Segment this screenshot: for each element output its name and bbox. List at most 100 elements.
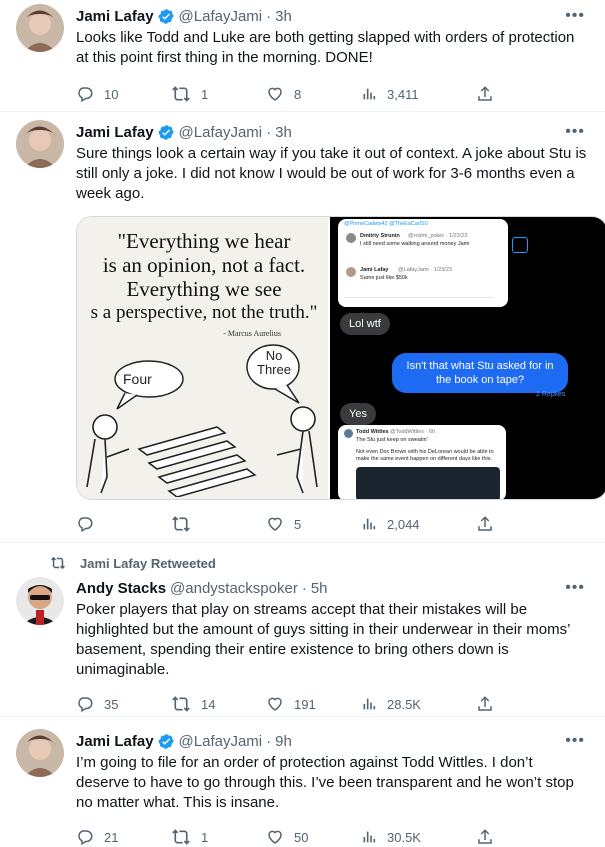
quote-image[interactable]: "Everything we hear is an opinion, not a… <box>77 217 331 499</box>
retweet-count: 1 <box>201 829 209 845</box>
tweet-header: Jami Lafay @LafayJami · 3h ••• <box>76 120 589 144</box>
avatar[interactable] <box>16 4 64 52</box>
retweet-count: 1 <box>201 86 209 102</box>
retweet-button[interactable] <box>171 515 266 533</box>
chat-screenshot-image[interactable]: @PrimeCadets42 @TheEaCarlS0 Dmitriy Stru… <box>330 217 605 499</box>
quote-line-2: is an opinion, not a fact. <box>102 253 306 277</box>
embedded-tweet-card: Todd Wittles @ToddWittles · 6h The Stu j… <box>338 425 507 499</box>
reply-icon <box>76 85 94 103</box>
share-button[interactable] <box>476 695 494 713</box>
author-name[interactable]: Andy Stacks <box>76 580 166 597</box>
embedded-tweet-card: @PrimeCadets42 @TheEaCarlS0 Dmitriy Stru… <box>338 219 509 307</box>
retweeted-by-label[interactable]: Jami Lafay Retweeted <box>80 556 216 571</box>
verified-badge-icon <box>158 124 175 141</box>
tweet[interactable]: Jami Lafay @LafayJami · 9h ••• I’m going… <box>0 717 605 847</box>
tweet[interactable]: Jami Lafay Retweeted Andy Stacks @andyst… <box>0 543 605 717</box>
reply-icon <box>76 515 94 533</box>
share-button[interactable] <box>476 85 494 103</box>
retweet-count: 14 <box>201 696 216 712</box>
tweet[interactable]: Jami Lafay @LafayJami · 3h ••• Sure thin… <box>0 112 605 543</box>
separator-dot: · <box>301 579 307 597</box>
share-icon <box>476 85 494 103</box>
tweet-text: Looks like Todd and Luke are both gettin… <box>76 29 575 66</box>
timestamp[interactable]: 5h <box>311 580 328 597</box>
avatar[interactable] <box>16 577 64 625</box>
views-button[interactable]: 30.5K <box>361 829 476 845</box>
more-options-icon[interactable]: ••• <box>565 579 585 597</box>
view-count: 28.5K <box>387 696 421 712</box>
reply-icon <box>76 695 94 713</box>
separator-dot: · <box>266 123 272 141</box>
reply-button[interactable]: 21 <box>76 828 171 846</box>
timestamp[interactable]: 3h <box>275 8 292 25</box>
tweet[interactable]: Jami Lafay @LafayJami · 3h ••• Looks lik… <box>0 0 605 112</box>
author-name[interactable]: Jami Lafay <box>76 733 154 750</box>
chat-message: Yes <box>340 403 376 425</box>
like-count: 8 <box>294 86 302 102</box>
like-count: 191 <box>294 696 316 712</box>
like-button[interactable]: 191 <box>266 695 361 713</box>
avatar[interactable] <box>16 120 64 168</box>
author-handle[interactable]: @andystackspoker <box>170 580 298 597</box>
share-icon <box>476 828 494 846</box>
reply-button[interactable] <box>76 515 171 533</box>
retweet-button[interactable]: 1 <box>171 828 266 846</box>
heart-icon <box>266 828 284 846</box>
tweet-header: Jami Lafay @LafayJami · 9h ••• <box>76 729 589 753</box>
more-options-icon[interactable]: ••• <box>565 7 585 25</box>
retweet-icon <box>50 556 66 570</box>
views-button[interactable]: 28.5K <box>361 696 476 712</box>
action-bar: 5 2,044 <box>76 506 589 542</box>
timestamp[interactable]: 3h <box>275 124 292 141</box>
action-bar: 21 1 50 30.5K <box>76 819 589 847</box>
more-options-icon[interactable]: ••• <box>565 732 585 750</box>
retweet-button[interactable]: 1 <box>171 85 266 103</box>
action-bar: 10 1 8 3,411 <box>76 76 589 112</box>
analytics-icon <box>361 696 377 712</box>
verified-badge-icon <box>158 733 175 750</box>
view-count: 3,411 <box>387 86 419 102</box>
author-name[interactable]: Jami Lafay <box>76 124 154 141</box>
avatar[interactable] <box>16 729 64 777</box>
retweet-icon <box>171 828 191 846</box>
like-button[interactable]: 50 <box>266 828 361 846</box>
view-count: 2,044 <box>387 516 420 532</box>
views-button[interactable]: 3,411 <box>361 86 476 102</box>
like-button[interactable]: 5 <box>266 515 361 533</box>
author-handle[interactable]: @LafayJami <box>179 124 263 141</box>
chat-message: Isn't that what Stu asked for in the boo… <box>392 353 569 393</box>
more-options-icon[interactable]: ••• <box>565 123 585 141</box>
tweet-header: Andy Stacks @andystackspoker · 5h ••• <box>76 576 589 600</box>
author-handle[interactable]: @LafayJami <box>179 8 263 25</box>
verified-badge-icon <box>158 8 175 25</box>
quote-line-4: s a perspective, not the truth." <box>90 302 318 323</box>
reply-count: 10 <box>104 86 119 102</box>
reply-count: 21 <box>104 829 119 845</box>
share-icon <box>476 515 494 533</box>
share-button[interactable] <box>476 828 494 846</box>
share-icon <box>476 695 494 713</box>
tweet-text: Sure things look a certain way if you ta… <box>76 145 587 202</box>
like-count: 5 <box>294 516 302 532</box>
heart-icon <box>266 85 284 103</box>
analytics-icon <box>361 516 377 532</box>
reply-button[interactable]: 35 <box>76 695 171 713</box>
retweet-icon <box>171 85 191 103</box>
author-name[interactable]: Jami Lafay <box>76 8 154 25</box>
tweet-text: I’m going to file for an order of protec… <box>76 754 574 811</box>
views-button[interactable]: 2,044 <box>361 516 476 532</box>
timeline: Jami Lafay @LafayJami · 3h ••• Looks lik… <box>0 0 605 847</box>
analytics-icon <box>361 829 377 845</box>
reply-button[interactable]: 10 <box>76 85 171 103</box>
retweet-button[interactable]: 14 <box>171 695 266 713</box>
author-handle[interactable]: @LafayJami <box>179 733 263 750</box>
reply-icon <box>76 828 94 846</box>
like-button[interactable]: 8 <box>266 85 361 103</box>
tweet-header: Jami Lafay @LafayJami · 3h ••• <box>76 4 589 28</box>
chat-message: Lol wtf <box>340 313 390 335</box>
replies-link: 2 Replies <box>536 391 566 398</box>
timestamp[interactable]: 9h <box>275 733 292 750</box>
tweet-text: Poker players that play on streams accep… <box>76 601 570 678</box>
retweet-context: Jami Lafay Retweeted <box>50 553 589 573</box>
share-button[interactable] <box>476 515 494 533</box>
